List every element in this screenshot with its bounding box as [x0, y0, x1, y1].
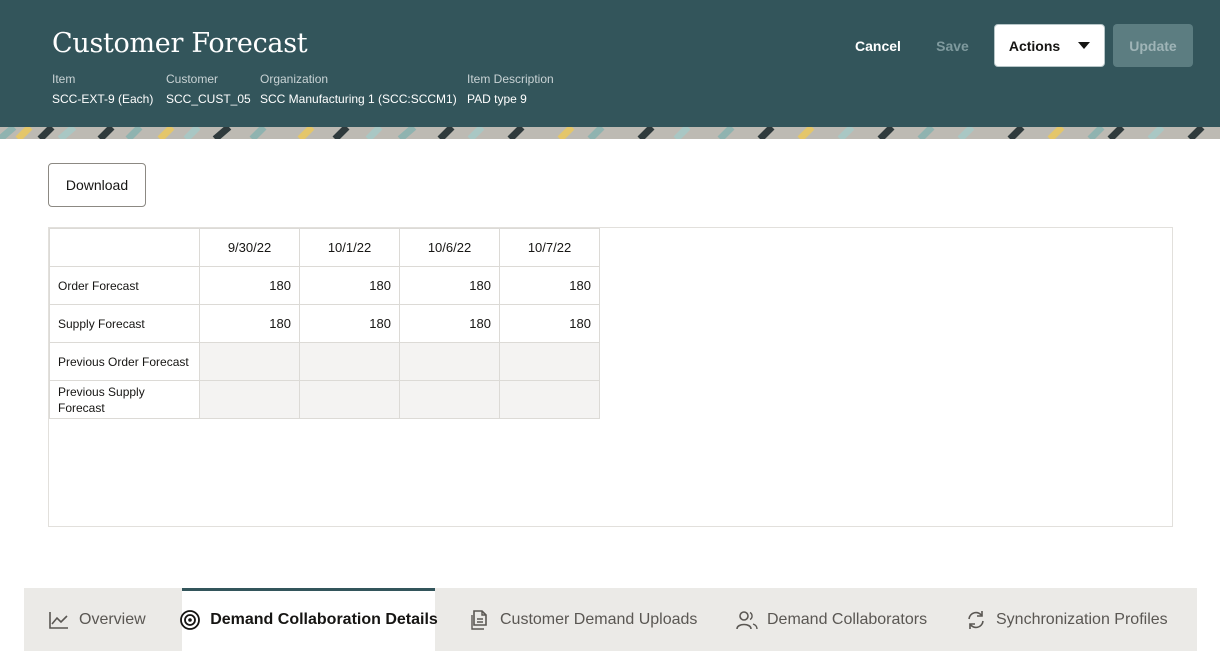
table-row: Supply Forecast 180 180 180 180: [49, 304, 600, 343]
item-field: Item SCC-EXT-9 (Each): [52, 72, 153, 106]
item-description-value: PAD type 9: [467, 92, 527, 106]
column-header: 10/7/22: [499, 228, 600, 267]
cancel-button[interactable]: Cancel: [845, 24, 911, 67]
customer-label: Customer: [166, 72, 219, 86]
tab-label: Demand Collaboration Details: [210, 610, 438, 628]
tab-synchronization-profiles[interactable]: Synchronization Profiles: [965, 588, 1168, 651]
grid-cell[interactable]: 180: [399, 304, 500, 343]
grid-cell[interactable]: 180: [299, 266, 400, 305]
grid-cell: [399, 342, 500, 381]
download-button[interactable]: Download: [48, 163, 146, 207]
forecast-grid: 9/30/22 10/1/22 10/6/22 10/7/22 Order Fo…: [49, 228, 600, 419]
item-label: Item: [52, 72, 76, 86]
tab-label: Demand Collaborators: [767, 610, 928, 628]
actions-menu-button[interactable]: Actions: [994, 24, 1105, 67]
chart-line-icon: [48, 609, 70, 631]
page-title: Customer Forecast: [52, 28, 308, 59]
customer-field: Customer SCC_CUST_05: [166, 72, 251, 106]
organization-field: Organization SCC Manufacturing 1 (SCC:SC…: [260, 72, 457, 106]
grid-cell[interactable]: 180: [499, 304, 600, 343]
row-header: Supply Forecast: [49, 304, 200, 343]
column-header: 10/6/22: [399, 228, 500, 267]
grid-cell: [399, 380, 500, 419]
table-row: Order Forecast 180 180 180 180: [49, 266, 600, 305]
table-row: Previous Supply Forecast: [49, 380, 600, 419]
grid-cell: [499, 342, 600, 381]
tab-label: Customer Demand Uploads: [500, 610, 698, 628]
organization-label: Organization: [260, 72, 329, 86]
grid-corner-cell: [49, 228, 200, 267]
row-header: Order Forecast: [49, 266, 200, 305]
grid-cell: [299, 342, 400, 381]
document-upload-icon: [469, 609, 491, 631]
grid-cell: [199, 342, 300, 381]
page-header: Customer Forecast Item SCC-EXT-9 (Each) …: [0, 0, 1220, 128]
row-header: Previous Supply Forecast: [49, 380, 200, 419]
grid-cell[interactable]: 180: [499, 266, 600, 305]
decorative-band: [0, 127, 1220, 139]
forecast-grid-panel: 9/30/22 10/1/22 10/6/22 10/7/22 Order Fo…: [48, 227, 1173, 527]
tab-overview[interactable]: Overview: [48, 588, 146, 651]
grid-cell[interactable]: 180: [399, 266, 500, 305]
tab-label: Synchronization Profiles: [996, 610, 1168, 628]
tab-customer-demand-uploads[interactable]: Customer Demand Uploads: [469, 588, 697, 651]
organization-value: SCC Manufacturing 1 (SCC:SCCM1): [260, 92, 457, 106]
actions-label: Actions: [1008, 37, 1061, 54]
users-icon: [736, 609, 758, 631]
update-button[interactable]: Update: [1113, 24, 1193, 67]
tab-demand-collaborators[interactable]: Demand Collaborators: [736, 588, 927, 651]
customer-value: SCC_CUST_05: [166, 92, 251, 106]
sync-icon: [965, 609, 987, 631]
item-description-field: Item Description PAD type 9: [467, 72, 554, 106]
decorative-pattern-icon: [0, 127, 1220, 139]
grid-cell: [199, 380, 300, 419]
bottom-tab-bar: Overview Demand Collaboration Details Cu…: [24, 588, 1197, 651]
column-header: 9/30/22: [199, 228, 300, 267]
grid-cell[interactable]: 180: [199, 266, 300, 305]
grid-cell: [299, 380, 400, 419]
target-icon: [179, 609, 201, 631]
grid-cell: [499, 380, 600, 419]
tab-demand-collaboration-details[interactable]: Demand Collaboration Details: [179, 588, 438, 651]
caret-down-icon: [1078, 42, 1091, 49]
save-button[interactable]: Save: [925, 24, 980, 67]
grid-header-row: 9/30/22 10/1/22 10/6/22 10/7/22: [49, 228, 600, 267]
item-value: SCC-EXT-9 (Each): [52, 92, 154, 106]
row-header: Previous Order Forecast: [49, 342, 200, 381]
item-description-label: Item Description: [467, 72, 554, 86]
grid-cell[interactable]: 180: [199, 304, 300, 343]
tab-label: Overview: [79, 610, 146, 628]
grid-cell[interactable]: 180: [299, 304, 400, 343]
column-header: 10/1/22: [299, 228, 400, 267]
table-row: Previous Order Forecast: [49, 342, 600, 381]
